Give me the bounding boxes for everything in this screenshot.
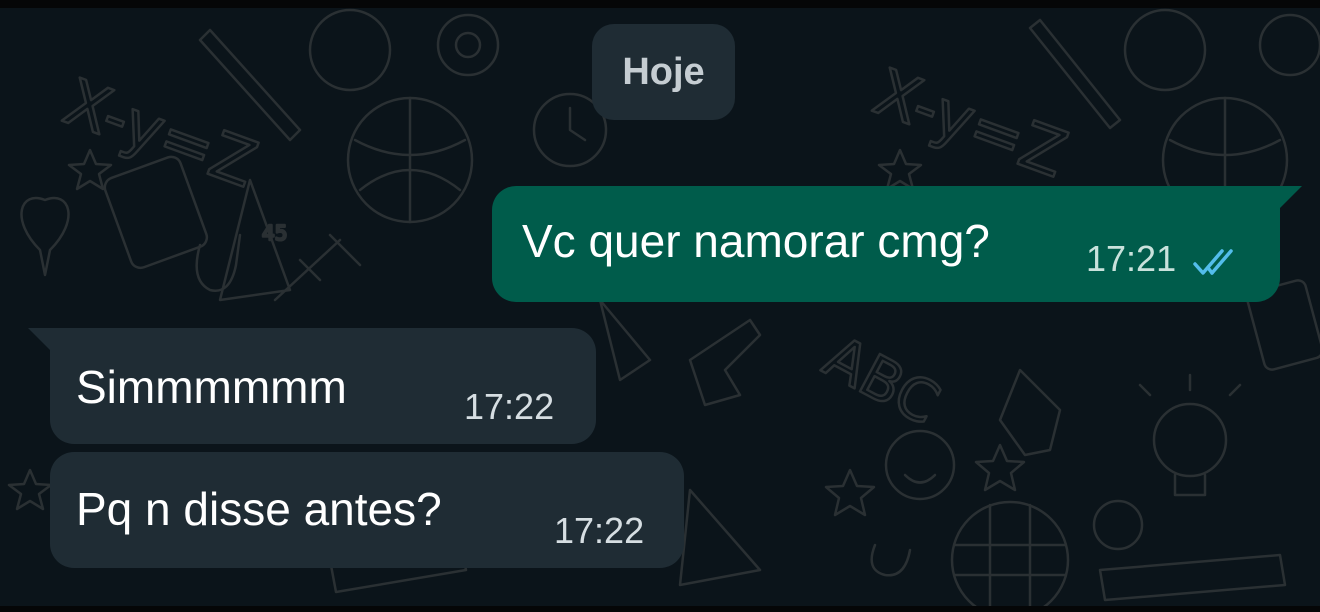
double-check-read-icon — [1193, 249, 1233, 275]
incoming-message-bubble[interactable]: Pq n disse antes? 17:22 — [50, 452, 684, 568]
bottom-edge — [0, 606, 1320, 612]
message-time: 17:21 — [1086, 238, 1177, 279]
bubble-tail — [1278, 186, 1302, 210]
chat-window: X-y=Z X-y=Z 45 ABC Hoje Vc quer namorar … — [0, 0, 1320, 612]
bubble-tail — [28, 328, 52, 352]
incoming-message-bubble[interactable]: Simmmmmm 17:22 — [28, 328, 596, 444]
message-text: Pq n disse antes? — [76, 483, 442, 535]
svg-text:ABC: ABC — [813, 322, 950, 438]
svg-text:X-y=Z: X-y=Z — [865, 55, 1076, 192]
date-chip: Hoje — [592, 24, 735, 120]
message-text: Vc quer namorar cmg? — [522, 215, 990, 267]
message-time: 17:22 — [464, 386, 555, 427]
message-time: 17:22 — [554, 510, 645, 551]
date-chip-label: Hoje — [622, 50, 705, 93]
message-text: Simmmmmm — [76, 361, 347, 413]
svg-text:45: 45 — [262, 221, 287, 245]
outgoing-message-bubble[interactable]: Vc quer namorar cmg? 17:21 — [492, 186, 1302, 302]
